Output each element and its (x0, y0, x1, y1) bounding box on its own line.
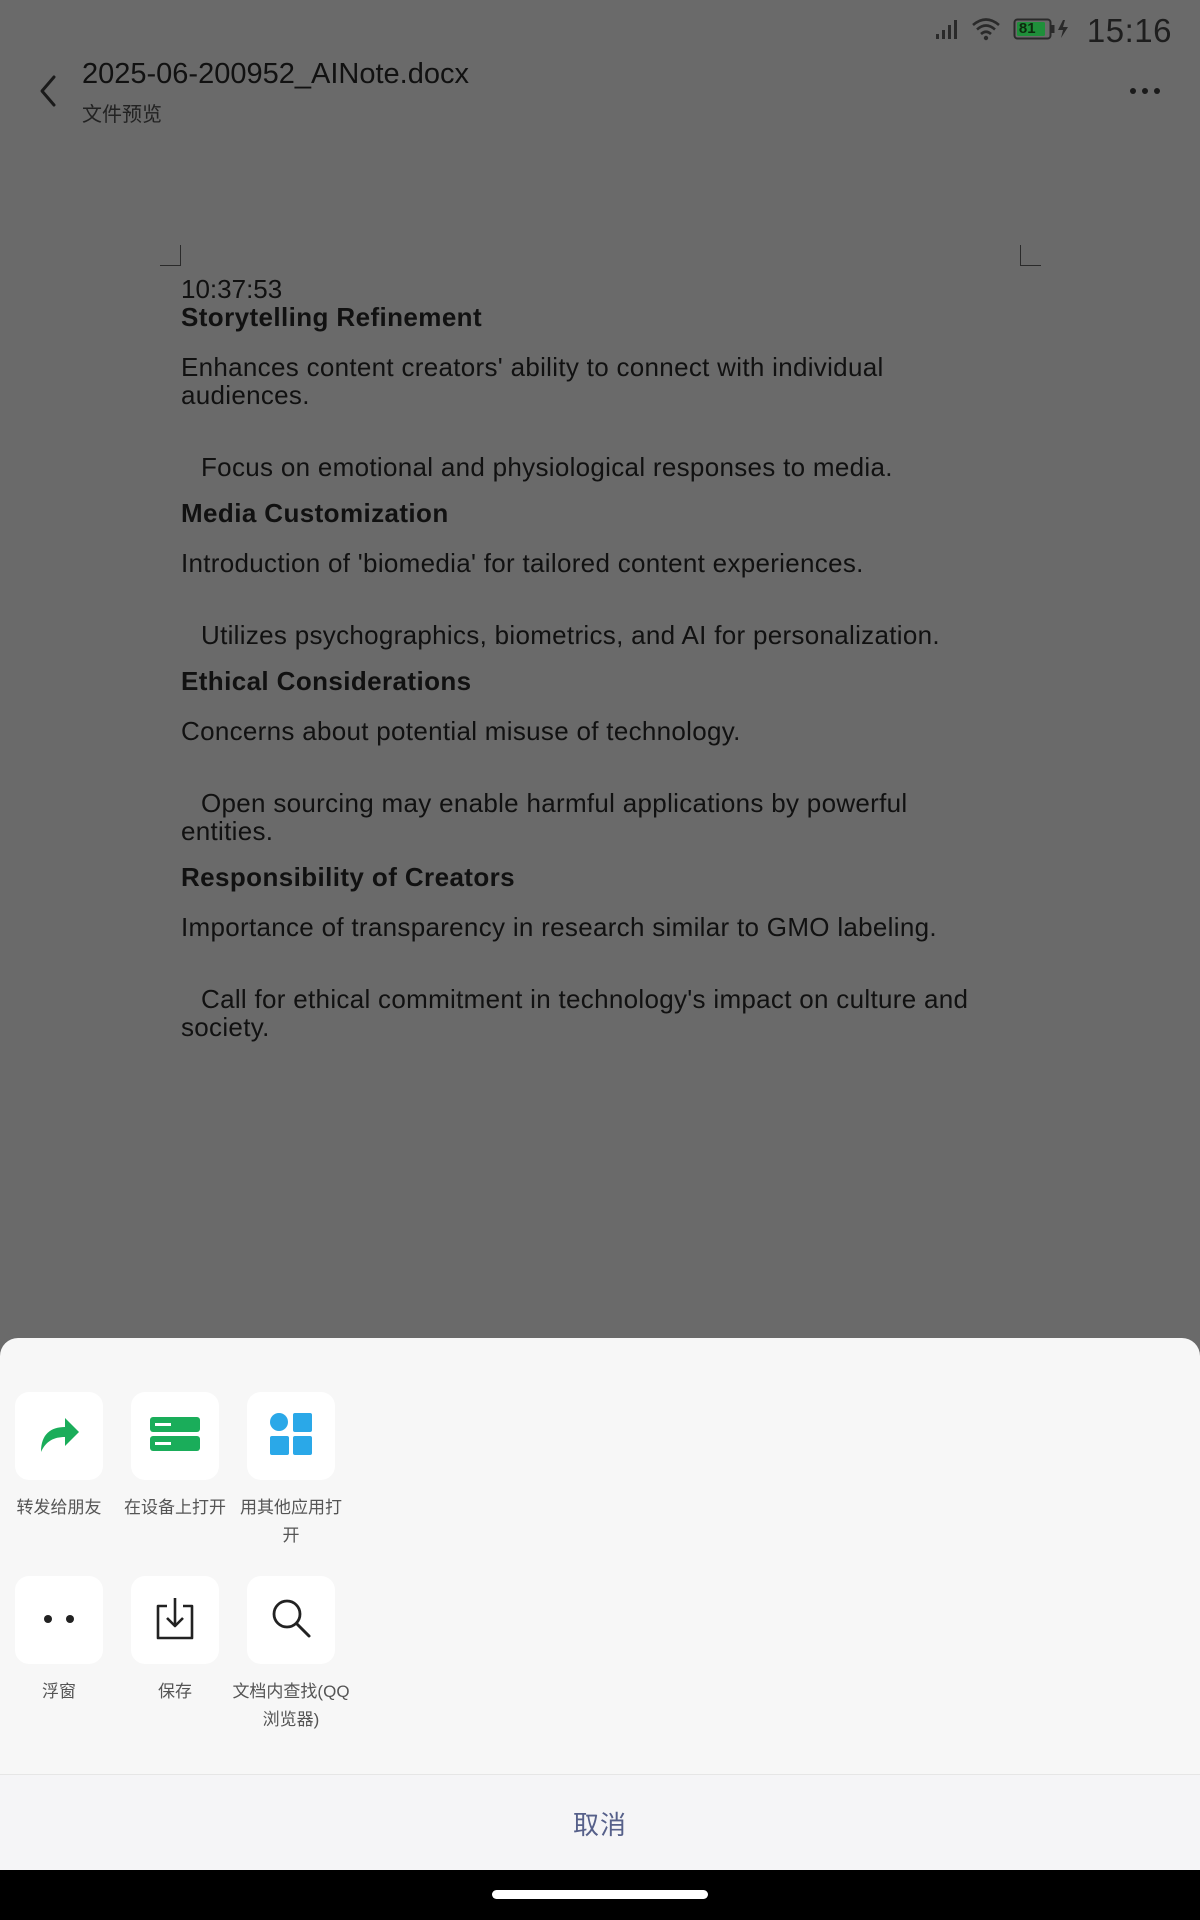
action-label: 浮窗 (42, 1682, 76, 1701)
section-subpoint: Focus on emotional and physiological res… (181, 453, 1001, 481)
action-tile[interactable] (15, 1576, 103, 1664)
action-label: 在设备上打开 (124, 1498, 226, 1517)
back-button[interactable] (26, 68, 70, 118)
action-label: 保存 (158, 1682, 192, 1701)
action-label: 文档内查找(QQ浏览器) (232, 1682, 350, 1729)
status-time: 15:16 (1086, 12, 1172, 49)
cancel-button[interactable]: 取消 (573, 1805, 627, 1842)
section-subpoint: Utilizes psychographics, biometrics, and… (181, 621, 1001, 649)
section-paragraph: Enhances content creators' ability to co… (181, 352, 884, 410)
status-bar: 81 15:16 (935, 8, 1172, 54)
device-open-icon (149, 1415, 201, 1458)
home-indicator[interactable] (492, 1890, 708, 1899)
section-heading: Storytelling Refinement (181, 302, 483, 332)
document-title: 2025-06-200952_AINote.docx (82, 58, 469, 90)
section-subpoint: Open sourcing may enable harmful applica… (181, 789, 1001, 845)
float-window-action[interactable]: 浮窗 (0, 1576, 118, 1706)
section-paragraph: Concerns about potential misuse of techn… (181, 716, 741, 746)
section-paragraph: Importance of transparency in research s… (181, 912, 937, 942)
crop-mark-top-right (1020, 245, 1041, 266)
wifi-icon (971, 17, 1001, 46)
battery-level-text: 81 (1018, 20, 1036, 37)
more-button[interactable] (1120, 72, 1170, 112)
section-subpoint: Call for ethical commitment in technolog… (181, 985, 1001, 1041)
section-heading: Media Customization (181, 498, 449, 528)
subpoint-text: Call for ethical commitment in technolog… (181, 984, 969, 1042)
subpoint-text: Open sourcing may enable harmful applica… (181, 788, 908, 846)
document-section: Media Customization Introduction of 'bio… (181, 499, 1001, 649)
signal-icon (935, 18, 959, 45)
navigation-bar (0, 1870, 1200, 1920)
crop-mark-top-left (160, 245, 181, 266)
action-label: 用其他应用打开 (240, 1498, 342, 1545)
subpoint-text: Focus on emotional and physiological res… (201, 452, 893, 482)
action-tile[interactable] (247, 1576, 335, 1664)
action-tile[interactable] (131, 1392, 219, 1480)
back-arrow-icon (37, 73, 59, 114)
action-tile[interactable] (131, 1576, 219, 1664)
action-tile[interactable] (15, 1392, 103, 1480)
document-section: Storytelling Refinement Enhances content… (181, 303, 1001, 481)
forward-to-friend-action[interactable]: 转发给朋友 (0, 1392, 118, 1522)
other-apps-icon (269, 1412, 313, 1461)
more-dots-icon (1128, 83, 1162, 101)
app-bar: 2025-06-200952_AINote.docx 文件预览 (0, 50, 1200, 140)
document-section: Responsibility of Creators Importance of… (181, 863, 1001, 1041)
save-action[interactable]: 保存 (116, 1576, 234, 1706)
section-heading: Responsibility of Creators (181, 862, 516, 892)
action-sheet: 转发给朋友 在设备上打开 用其他应用打开 浮窗 保存 文档内查找(QQ浏览器) … (0, 1338, 1200, 1871)
document-timestamp: 10:37:53 (181, 274, 283, 304)
open-on-device-action[interactable]: 在设备上打开 (116, 1392, 234, 1522)
cancel-area[interactable]: 取消 (0, 1774, 1200, 1871)
document-section: Ethical Considerations Concerns about po… (181, 667, 1001, 845)
action-tile[interactable] (247, 1392, 335, 1480)
document-content: 10:37:53 Storytelling Refinement Enhance… (181, 275, 1001, 1041)
action-label: 转发给朋友 (16, 1498, 102, 1517)
float-window-icon (41, 1611, 77, 1629)
section-heading: Ethical Considerations (181, 666, 472, 696)
forward-icon (37, 1414, 81, 1459)
search-icon (270, 1597, 312, 1644)
section-paragraph: Introduction of 'biomedia' for tailored … (181, 548, 864, 578)
document-subtitle: 文件预览 (82, 104, 162, 126)
save-icon (155, 1596, 195, 1645)
search-in-document-action[interactable]: 文档内查找(QQ浏览器) (232, 1576, 350, 1734)
subpoint-text: Utilizes psychographics, biometrics, and… (201, 620, 940, 650)
open-with-other-app-action[interactable]: 用其他应用打开 (232, 1392, 350, 1550)
